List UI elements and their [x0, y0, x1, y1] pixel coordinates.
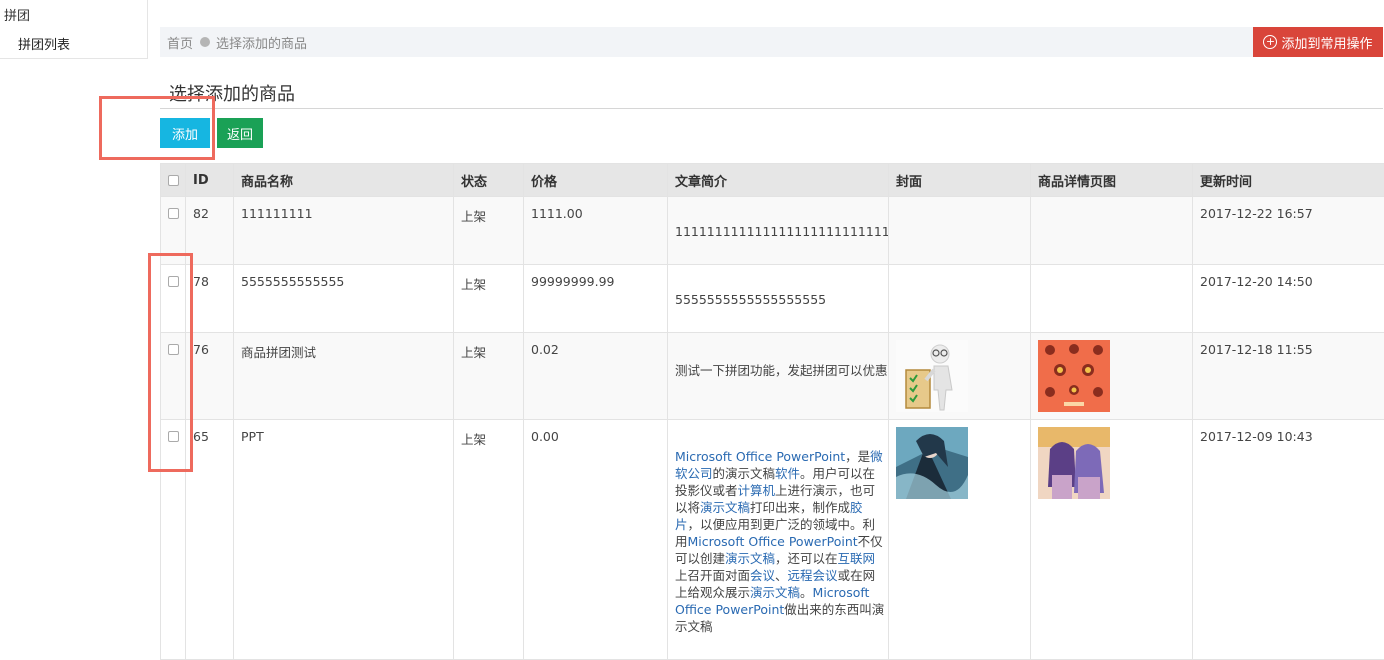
- cell-name: 5555555555555: [234, 265, 454, 333]
- cell-status: 上架: [454, 420, 524, 660]
- plus-circle-icon: +: [1263, 35, 1277, 49]
- desc-link[interactable]: Microsoft Office PowerPoint: [688, 534, 858, 549]
- col-header-detail-image: 商品详情页图: [1031, 164, 1193, 197]
- cell-desc: 测试一下拼团功能，发起拼团可以优惠: [668, 333, 889, 420]
- desc-text: 测试一下拼团功能，发起拼团可以优惠: [675, 342, 888, 379]
- cell-detail-image: [1031, 333, 1193, 420]
- cell-detail-image: [1031, 265, 1193, 333]
- desc-link[interactable]: 远程会议: [788, 568, 838, 583]
- highlight-box-row-checkboxes: [148, 253, 193, 472]
- breadcrumb-home[interactable]: 首页: [167, 33, 193, 52]
- cell-name: 111111111: [234, 197, 454, 265]
- desc-text-segment: 、: [775, 568, 788, 583]
- cell-price: 0.00: [524, 420, 668, 660]
- anime-girl-blue-image: [896, 427, 968, 499]
- cell-cover: [889, 197, 1031, 265]
- col-header-id: ID: [186, 164, 234, 197]
- cell-detail-image: [1031, 420, 1193, 660]
- desc-link[interactable]: 互联网: [838, 551, 876, 566]
- cell-name: 商品拼团测试: [234, 333, 454, 420]
- table-row: 78 5555555555555 上架 99999999.99 55555555…: [161, 265, 1384, 333]
- back-button[interactable]: 返回: [217, 118, 263, 148]
- cell-desc: Microsoft Office PowerPoint，是微软公司的演示文稿软件…: [668, 420, 889, 660]
- desc-link[interactable]: 演示文稿: [700, 500, 750, 515]
- desc-link[interactable]: Microsoft Office PowerPoint: [675, 449, 845, 464]
- desc-text-segment: 上召开面对面: [675, 568, 750, 583]
- col-header-status: 状态: [454, 164, 524, 197]
- cell-cover: [889, 265, 1031, 333]
- desc-link[interactable]: 软件: [775, 466, 800, 481]
- cell-status: 上架: [454, 197, 524, 265]
- cell-updated: 2017-12-22 16:57: [1193, 197, 1384, 265]
- desc-text-segment: 。: [800, 585, 813, 600]
- col-header-name: 商品名称: [234, 164, 454, 197]
- desc-text: 5555555555555555555: [675, 274, 888, 307]
- cell-price: 1111.00: [524, 197, 668, 265]
- sidebar-item-group-list[interactable]: 拼团列表: [18, 34, 70, 53]
- cell-updated: 2017-12-09 10:43: [1193, 420, 1384, 660]
- cell-updated: 2017-12-18 11:55: [1193, 333, 1384, 420]
- cell-desc: 5555555555555555555: [668, 265, 889, 333]
- desc-text-segment: ，是: [845, 449, 870, 464]
- breadcrumb-separator-icon: [200, 37, 210, 47]
- desc-text: 1111111111111111111111111111111111111111…: [675, 206, 888, 239]
- breadcrumb-current: 选择添加的商品: [216, 33, 307, 52]
- cell-desc: 1111111111111111111111111111111111111111…: [668, 197, 889, 265]
- cell-price: 99999999.99: [524, 265, 668, 333]
- table-row: 65 PPT 上架 0.00 Microsoft Office PowerPoi…: [161, 420, 1384, 660]
- sidebar: 拼团 拼团列表: [0, 0, 148, 59]
- desc-text-segment: 打印出来，制作成: [750, 500, 850, 515]
- cell-cover: [889, 333, 1031, 420]
- desc-link[interactable]: 会议: [750, 568, 775, 583]
- cell-status: 上架: [454, 333, 524, 420]
- cell-updated: 2017-12-20 14:50: [1193, 265, 1384, 333]
- desc-link[interactable]: 计算机: [738, 483, 776, 498]
- col-header-cover: 封面: [889, 164, 1031, 197]
- desc-rich-text: Microsoft Office PowerPoint，是微软公司的演示文稿软件…: [675, 439, 885, 635]
- breadcrumb: 首页 选择添加的商品: [160, 27, 1253, 57]
- desc-link[interactable]: 演示文稿: [725, 551, 775, 566]
- cell-detail-image: [1031, 197, 1193, 265]
- select-all-checkbox[interactable]: [168, 175, 179, 186]
- desc-text-segment: 的演示文稿: [713, 466, 776, 481]
- title-divider: [160, 108, 1383, 109]
- table-row: 76 商品拼团测试 上架 0.02 测试一下拼团功能，发起拼团可以优惠: [161, 333, 1384, 420]
- col-header-updated: 更新时间: [1193, 164, 1384, 197]
- add-to-favorites-button[interactable]: + 添加到常用操作: [1253, 27, 1383, 57]
- col-header-price: 价格: [524, 164, 668, 197]
- anime-girls-pair-image: [1038, 427, 1110, 499]
- product-table: ID 商品名称 状态 价格 文章简介 封面 商品详情页图 更新时间 82 111…: [160, 163, 1384, 660]
- checklist-figure-image: [896, 340, 968, 412]
- col-header-desc: 文章简介: [668, 164, 889, 197]
- table-row: 82 111111111 上架 1111.00 1111111111111111…: [161, 197, 1384, 265]
- cell-price: 0.02: [524, 333, 668, 420]
- cell-name: PPT: [234, 420, 454, 660]
- sidebar-group-label[interactable]: 拼团: [4, 5, 30, 24]
- add-to-favorites-label: 添加到常用操作: [1281, 33, 1372, 52]
- row-checkbox[interactable]: [168, 208, 179, 219]
- table-header-row: ID 商品名称 状态 价格 文章简介 封面 商品详情页图 更新时间: [161, 164, 1384, 197]
- cell-cover: [889, 420, 1031, 660]
- cell-status: 上架: [454, 265, 524, 333]
- orange-pattern-image: [1038, 340, 1110, 412]
- desc-link[interactable]: 演示文稿: [750, 585, 800, 600]
- select-all-cell[interactable]: [161, 164, 186, 197]
- desc-text-segment: ，还可以在: [775, 551, 838, 566]
- highlight-box-add-button: [99, 96, 215, 160]
